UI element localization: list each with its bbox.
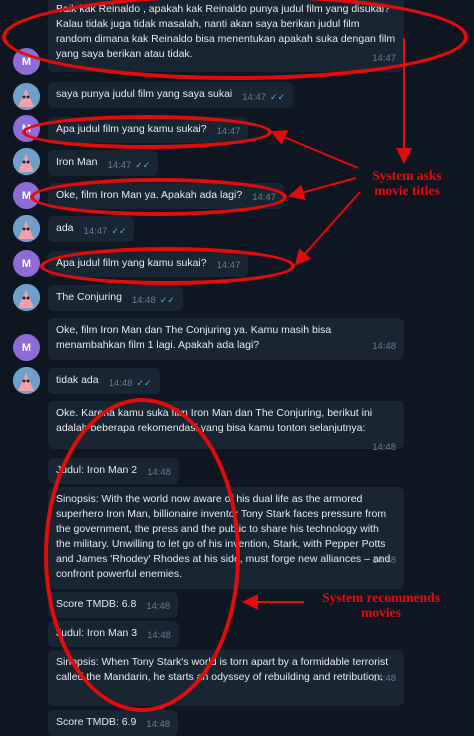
message-time: 14:47 — [372, 53, 396, 64]
message-text: Apa judul film yang kamu sukai? — [56, 123, 207, 135]
user-avatar — [13, 215, 40, 242]
bot-message: Apa judul film yang kamu sukai? 14:47 — [48, 251, 249, 277]
message-text: Sinopsis: With the world now aware of hi… — [56, 493, 394, 580]
double-check-icon: ✓✓ — [159, 295, 175, 305]
message-text: saya punya judul film yang saya sukai — [56, 88, 233, 100]
patrick-icon — [13, 367, 40, 394]
message-text: Judul: Iron Man 2 — [56, 464, 138, 476]
double-check-icon: ✓✓ — [136, 378, 152, 388]
message-text: The Conjuring — [56, 291, 122, 303]
message-text: Oke, film Iron Man dan The Conjuring ya.… — [56, 324, 335, 351]
message-text: Sinopsis: When Tony Stark's world is tor… — [56, 656, 392, 683]
bot-message: Apa judul film yang kamu sukai? 14:47 — [48, 117, 249, 143]
bot-message: Oke, film Iron Man ya. Apakah ada lagi? … — [48, 183, 284, 209]
arrow-line — [294, 191, 361, 266]
bot-avatar: M — [13, 115, 40, 142]
message-text: Oke. Karena kamu suka film Iron Man dan … — [56, 407, 376, 434]
message-text: ada — [56, 222, 74, 234]
message-time: 14:47 — [242, 92, 267, 103]
message-time: 14:48 — [146, 601, 171, 612]
bot-message: Sinopsis: With the world now aware of hi… — [48, 487, 404, 589]
bot-avatar: M — [13, 48, 40, 75]
message-text: Score TMDB: 6.9 — [56, 716, 137, 728]
patrick-icon — [13, 215, 40, 242]
arrow-line — [270, 130, 359, 169]
message-time: 14:48 — [147, 630, 171, 641]
bot-message: Judul: Iron Man 2 14:48 — [48, 458, 179, 484]
bot-avatar: M — [13, 334, 40, 361]
user-avatar — [13, 83, 40, 110]
bot-message: Oke, film Iron Man dan The Conjuring ya.… — [48, 318, 404, 360]
chat-window: Baik kak Reinaldo , apakah kak Reinaldo … — [0, 0, 474, 736]
user-message: ada 14:47 ✓✓ — [48, 216, 135, 242]
double-check-icon: ✓✓ — [270, 92, 286, 102]
bot-message: Judul: Iron Man 3 14:48 — [48, 621, 179, 647]
user-avatar — [13, 367, 40, 394]
annotation-label-asks: System asks movie titles — [372, 168, 442, 198]
message-time: 14:48 — [131, 295, 156, 306]
bot-message: Sinopsis: When Tony Stark's world is tor… — [48, 650, 404, 706]
message-text: tidak ada — [56, 374, 99, 386]
message-text: Oke, film Iron Man ya. Apakah ada lagi? — [56, 189, 243, 201]
bot-message: Oke. Karena kamu suka film Iron Man dan … — [48, 401, 404, 453]
user-avatar — [13, 284, 40, 311]
double-check-icon: ✓✓ — [111, 226, 127, 236]
user-message: The Conjuring 14:48 ✓✓ — [48, 285, 183, 311]
arrow-line — [288, 177, 357, 201]
message-time: 14:47 — [107, 160, 132, 171]
message-text: Score TMDB: 6.8 — [56, 598, 137, 610]
bot-avatar: M — [13, 182, 40, 209]
bot-message: Score TMDB: 6.8 14:48 — [48, 592, 179, 618]
patrick-icon — [13, 284, 40, 311]
message-time: 14:47 — [216, 260, 241, 271]
message-time: 14:48 — [108, 378, 133, 389]
message-time: 14:47 — [252, 192, 276, 203]
message-time: 14:48 — [147, 467, 171, 478]
message-time: 14:48 — [372, 442, 396, 453]
bot-avatar: M — [13, 250, 40, 277]
message-text: Iron Man — [56, 156, 98, 168]
message-time: 14:47 — [216, 126, 241, 137]
user-avatar — [13, 148, 40, 175]
user-message: Iron Man 14:47 ✓✓ — [48, 150, 159, 176]
bot-message: Score TMDB: 6.9 14:48 — [48, 710, 179, 736]
user-message: tidak ada 14:48 ✓✓ — [48, 368, 160, 394]
patrick-icon — [13, 148, 40, 175]
message-text: Baik kak Reinaldo , apakah kak Reinaldo … — [56, 3, 399, 60]
message-time: 14:48 — [372, 341, 396, 352]
message-time: 14:48 — [146, 719, 171, 730]
message-text: Judul: Iron Man 3 — [56, 627, 138, 639]
user-message: saya punya judul film yang saya sukai 14… — [48, 82, 294, 108]
annotation-label-recommends: System recommends movies — [322, 590, 440, 620]
message-time: 14:47 — [83, 226, 108, 237]
patrick-icon — [13, 83, 40, 110]
double-check-icon: ✓✓ — [135, 160, 151, 170]
message-text: Apa judul film yang kamu sukai? — [56, 257, 207, 269]
bot-message: Baik kak Reinaldo , apakah kak Reinaldo … — [48, 0, 404, 72]
